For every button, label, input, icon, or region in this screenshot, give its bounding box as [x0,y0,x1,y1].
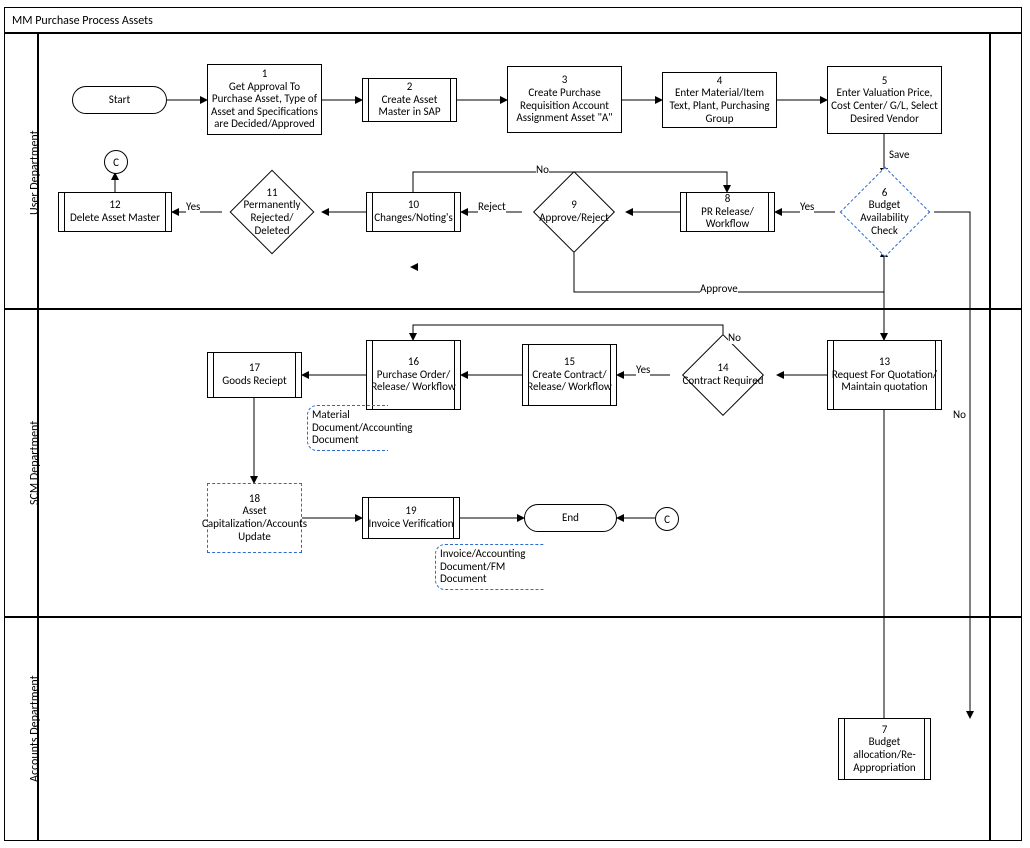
node-9: 9 Approve/Reject [520,180,628,244]
node-16: 16 Purchase Order/ Release/ Workflow [366,340,461,410]
edge-label-approve9: Approve [700,282,738,295]
edge-label-yes14: Yes [636,363,650,376]
node-4: 4 Enter Material/Item Text, Plant, Purch… [662,72,777,128]
annotation-17: Material Document/Accounting Document [307,405,388,451]
node-13: 13 Request For Quotation/ Maintain quota… [827,340,942,410]
node-18: 18 Asset Capitalization/Accounts Update [207,483,302,553]
flowchart-canvas: MM Purchase Process Assets User Departme… [0,0,1030,848]
node-1: 1 Get Approval To Purchase Asset, Type o… [207,64,322,135]
node-3: 3 Create Purchase Requisition Account As… [507,66,622,133]
edge-label-yes6: Yes [800,200,814,213]
node-15: 15 Create Contract/ Release/ Workflow [522,344,617,406]
edge-label-yes11: Yes [186,200,200,213]
node-7: 7 Budget allocation/Re-Appropriation [838,718,931,780]
connector-c2: C [655,507,679,531]
edge-label-no10: No [536,163,549,176]
node-11: 11 Permanently Rejected/ Deleted [219,176,325,248]
start-terminator: Start [72,86,167,114]
node-8: 8 PR Release/ Workflow [680,192,775,232]
node-10: 10 Changes/Noting's [366,192,461,232]
node-12: 12 Delete Asset Master [58,192,172,232]
node-14: 14 Contract Required [668,342,778,408]
edge-label-no6: No [953,408,966,421]
annotation-19: Invoice/Accounting Document/FM Document [435,544,544,590]
node-17: 17 Goods Reciept [207,352,302,398]
end-terminator: End [524,504,617,532]
node-2: 2 Create Asset Master in SAP [362,78,457,122]
node-6: 6 Budget Availability Check [832,173,937,251]
edge-label-save: Save [889,148,909,161]
node-19: 19 Invoice Verification [362,497,460,539]
node-5: 5 Enter Valuation Price, Cost Center/ G/… [827,66,942,134]
edge-label-no14: No [728,331,741,344]
edge-label-reject9: Reject [478,200,506,213]
connector-c1: C [104,150,128,174]
